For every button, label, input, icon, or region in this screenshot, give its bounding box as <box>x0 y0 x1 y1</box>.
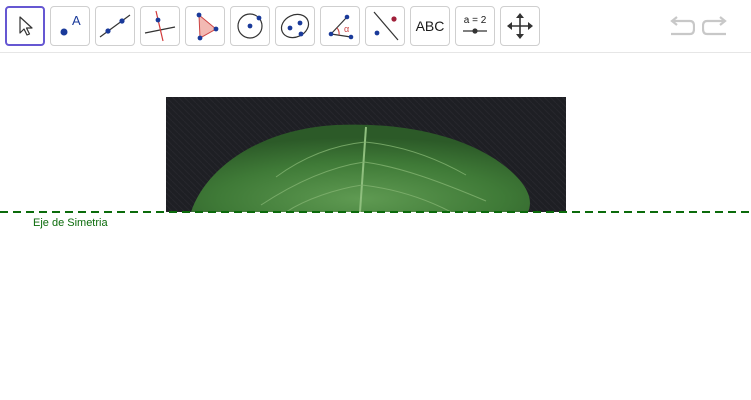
angle-icon: α <box>328 14 354 40</box>
perpendicular-line-icon <box>144 10 176 42</box>
reflect-about-line-icon <box>373 11 399 41</box>
geogebra-app: A α ABC a = 2 Eje de Simetria <box>0 0 751 400</box>
symmetry-axis-label: Eje de Simetria <box>33 217 108 229</box>
text-tool-label: ABC <box>415 18 445 34</box>
line-tool-button[interactable] <box>95 6 135 46</box>
text-tool-button[interactable]: ABC <box>410 6 450 46</box>
circle-center-point-icon <box>237 13 263 39</box>
move-graphics-view-tool-button[interactable] <box>500 6 540 46</box>
line-through-points-icon <box>99 14 131 38</box>
undo-icon <box>670 16 695 36</box>
polygon-tool-button[interactable] <box>185 6 225 46</box>
perpendicular-line-tool-button[interactable] <box>140 6 180 46</box>
point-a-icon: A <box>60 13 81 36</box>
ellipse-icon <box>280 13 310 39</box>
symmetry-axis-line[interactable] <box>0 211 751 213</box>
cursor-arrow-icon <box>19 16 33 36</box>
reflect-tool-button[interactable] <box>365 6 405 46</box>
polygon-icon <box>196 12 219 41</box>
slider-tool-label: a = 2 <box>464 15 487 26</box>
redo-button[interactable] <box>701 12 733 42</box>
angle-tool-button[interactable]: α <box>320 6 360 46</box>
leaf-image[interactable] <box>166 97 566 212</box>
slider-icon: a = 2 <box>463 15 487 34</box>
move-arrows-icon <box>507 13 533 39</box>
slider-tool-button[interactable]: a = 2 <box>455 6 495 46</box>
angle-tool-label: α <box>344 24 349 34</box>
point-tool-label: A <box>72 13 81 28</box>
circle-tool-button[interactable] <box>230 6 270 46</box>
toolbar: A α ABC a = 2 <box>0 0 751 53</box>
undo-button[interactable] <box>664 12 696 42</box>
redo-icon <box>702 16 727 36</box>
point-tool-button[interactable]: A <box>50 6 90 46</box>
conic-tool-button[interactable] <box>275 6 315 46</box>
graphics-view[interactable]: Eje de Simetria <box>0 54 751 400</box>
move-tool-button[interactable] <box>5 6 45 46</box>
